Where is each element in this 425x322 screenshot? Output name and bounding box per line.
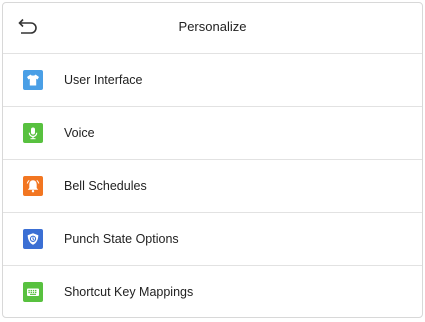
bell-schedules-icon-tile bbox=[23, 176, 43, 196]
menu-item-voice[interactable]: Voice bbox=[3, 107, 422, 160]
menu-item-shortcut-key-mappings[interactable]: Shortcut Key Mappings bbox=[3, 266, 422, 317]
keyboard-icon bbox=[27, 288, 39, 296]
menu-item-bell-schedules[interactable]: Bell Schedules bbox=[3, 160, 422, 213]
voice-icon-tile bbox=[23, 123, 43, 143]
page-title: Personalize bbox=[178, 19, 247, 34]
menu-item-label: Punch State Options bbox=[64, 232, 179, 246]
menu-item-label: Voice bbox=[64, 126, 95, 140]
menu-item-punch-state-options[interactable]: Punch State Options bbox=[3, 213, 422, 266]
personalize-screen: Personalize User Interface Voice Bell Sc… bbox=[2, 2, 423, 318]
menu-item-label: Shortcut Key Mappings bbox=[64, 285, 194, 299]
microphone-icon bbox=[28, 127, 38, 140]
shield-icon bbox=[27, 233, 39, 245]
menu-list: User Interface Voice Bell Schedules Punc… bbox=[3, 54, 422, 317]
bell-icon bbox=[26, 180, 40, 193]
punch-state-options-icon-tile bbox=[23, 229, 43, 249]
user-interface-icon-tile bbox=[23, 70, 43, 90]
shortcut-key-mappings-icon-tile bbox=[23, 282, 43, 302]
menu-item-label: User Interface bbox=[64, 73, 143, 87]
menu-item-label: Bell Schedules bbox=[64, 179, 147, 193]
tshirt-icon bbox=[27, 74, 39, 86]
header-bar: Personalize bbox=[3, 3, 422, 54]
menu-item-user-interface[interactable]: User Interface bbox=[3, 54, 422, 107]
